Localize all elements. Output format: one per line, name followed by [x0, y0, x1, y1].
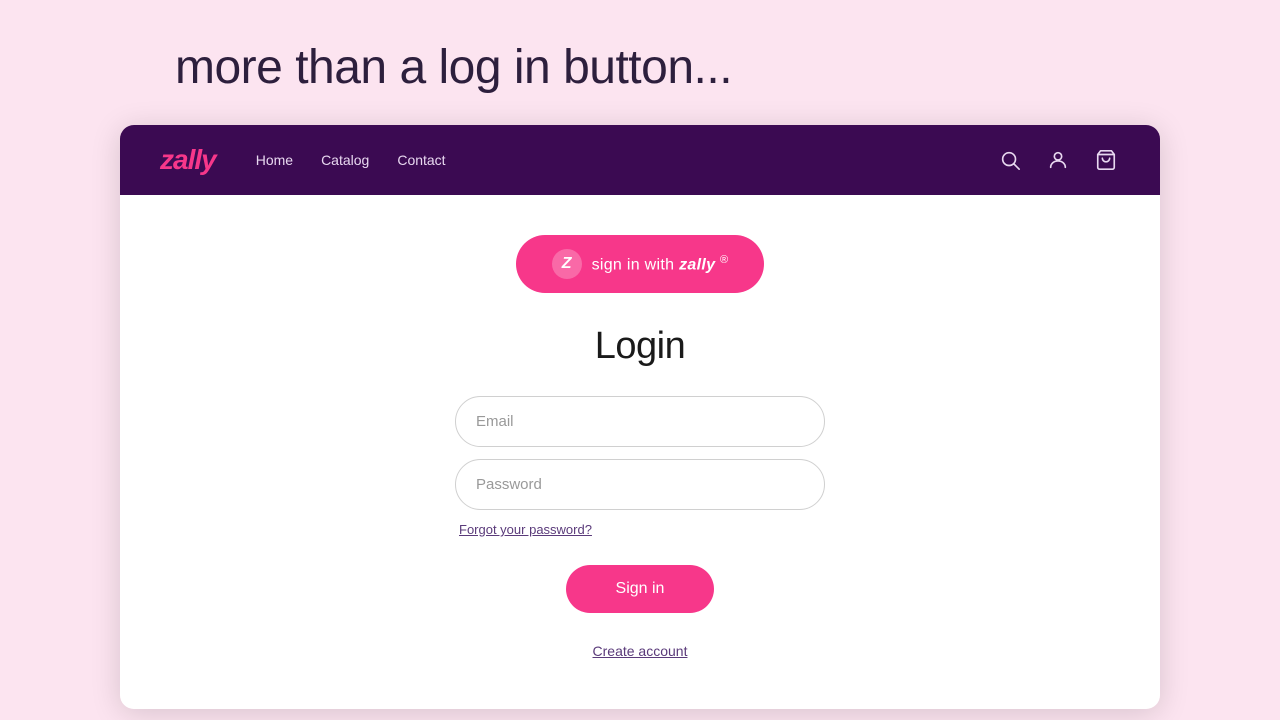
navbar: zally Home Catalog Contact: [120, 125, 1160, 195]
main-content: Z sign in with zally ® Login Forgot your…: [120, 195, 1160, 709]
zally-z-icon: Z: [552, 249, 582, 279]
email-input[interactable]: [455, 396, 825, 447]
nav-link-contact[interactable]: Contact: [397, 152, 445, 168]
user-icon[interactable]: [1044, 146, 1072, 174]
browser-window: zally Home Catalog Contact: [120, 125, 1160, 709]
zally-brand-text: zally: [679, 256, 720, 273]
search-icon[interactable]: [996, 146, 1024, 174]
logo[interactable]: zally: [160, 144, 216, 176]
nav-link-home[interactable]: Home: [256, 152, 293, 168]
login-form: Forgot your password? Sign in Create acc…: [455, 396, 825, 659]
page-tagline: more than a log in button...: [0, 0, 1280, 125]
sign-in-button[interactable]: Sign in: [566, 565, 715, 613]
login-title: Login: [595, 325, 685, 368]
cart-icon[interactable]: [1092, 146, 1120, 174]
registered-symbol: ®: [720, 254, 728, 266]
zally-signin-button[interactable]: Z sign in with zally ®: [516, 235, 765, 293]
forgot-password-link[interactable]: Forgot your password?: [455, 522, 825, 537]
navbar-right: [996, 146, 1120, 174]
nav-link-catalog[interactable]: Catalog: [321, 152, 369, 168]
navbar-left: zally Home Catalog Contact: [160, 144, 446, 176]
create-account-link[interactable]: Create account: [593, 643, 688, 659]
password-input[interactable]: [455, 459, 825, 510]
zally-signin-text: sign in with zally ®: [592, 254, 729, 274]
nav-links: Home Catalog Contact: [256, 152, 446, 168]
